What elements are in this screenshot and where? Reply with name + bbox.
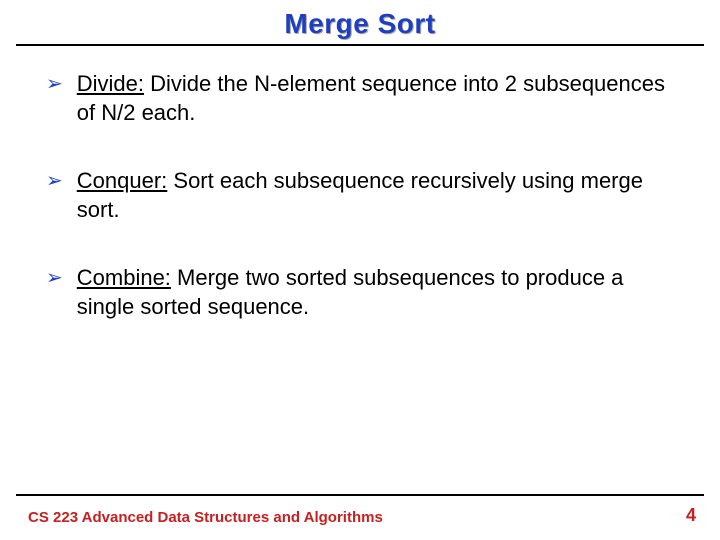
bullet-label: Divide: <box>77 71 144 96</box>
bullet-item: ➢ Combine: Merge two sorted subsequences… <box>40 264 680 321</box>
bullet-text: Divide: Divide the N-element sequence in… <box>77 70 680 127</box>
triangle-bullet-icon: ➢ <box>46 70 63 98</box>
slide: Merge Sort ➢ Divide: Divide the N-elemen… <box>0 0 720 540</box>
content-area: ➢ Divide: Divide the N-element sequence … <box>0 46 720 322</box>
bullet-text: Conquer: Sort each subsequence recursive… <box>77 167 680 224</box>
bullet-rest: Divide the N-element sequence into 2 sub… <box>77 71 665 125</box>
bullet-label: Combine: <box>77 265 171 290</box>
triangle-bullet-icon: ➢ <box>46 264 63 292</box>
footer-course: CS 223 Advanced Data Structures and Algo… <box>28 509 383 526</box>
bullet-item: ➢ Conquer: Sort each subsequence recursi… <box>40 167 680 224</box>
slide-title: Merge Sort <box>284 8 435 40</box>
page-number: 4 <box>686 505 696 526</box>
triangle-bullet-icon: ➢ <box>46 167 63 195</box>
title-wrap: Merge Sort <box>0 0 720 40</box>
bullet-text: Combine: Merge two sorted subsequences t… <box>77 264 680 321</box>
bullet-item: ➢ Divide: Divide the N-element sequence … <box>40 70 680 127</box>
footer-rule <box>16 494 704 496</box>
bullet-label: Conquer: <box>77 168 168 193</box>
